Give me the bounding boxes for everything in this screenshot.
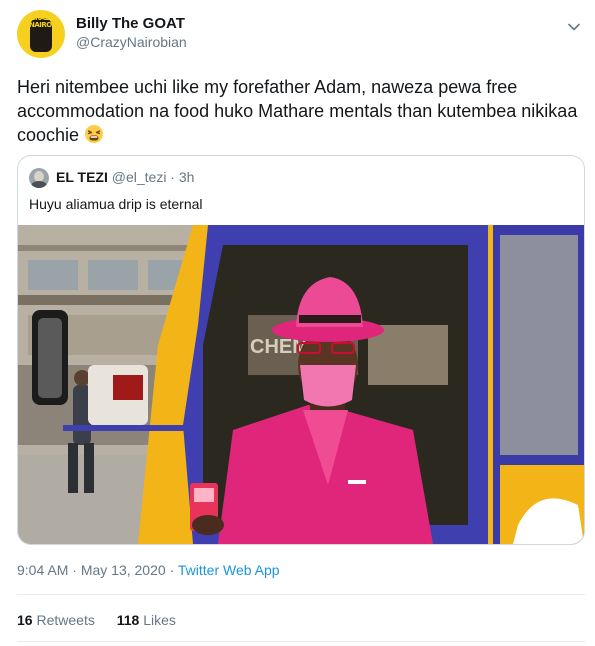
tweet-date[interactable]: May 13, 2020 [81,562,166,578]
quoted-tweet-text: Huyu aliamua drip is eternal [29,196,203,212]
quoted-tweet[interactable]: EL TEZI @el_tezi · 3h Huyu aliamua drip … [17,155,585,545]
retweets-label: Retweets [36,612,95,628]
likes-stat[interactable]: 118 Likes [117,612,176,628]
retweets-stat[interactable]: 16 Retweets [17,612,95,628]
user-info: Billy The GOAT @CrazyNairobian [76,14,187,52]
likes-label: Likes [143,612,176,628]
tweet-time[interactable]: 9:04 AM [17,562,68,578]
display-name[interactable]: Billy The GOAT [76,14,187,33]
avatar[interactable]: CRAZY NAIROBIAN [17,10,65,58]
retweets-count: 16 [17,612,33,628]
user-handle[interactable]: @CrazyNairobian [76,33,187,52]
likes-count: 118 [116,612,140,628]
tweet-timestamp: 9:04 AM · May 13, 2020 · Twitter Web App [17,562,280,578]
quoted-photo[interactable]: CHEMI [18,225,584,544]
source-separator: · [169,562,175,578]
quoted-age: 3h [178,169,195,185]
quoted-display-name: EL TEZI [56,169,108,185]
quoted-handle: @el_tezi [111,169,167,185]
avatar-text: CRAZY NAIROBIAN [29,14,65,29]
chevron-down-icon[interactable] [567,20,581,34]
quoted-separator: · [170,169,175,185]
time-separator: · [72,562,77,578]
tweet-stats: 16 Retweets 118 Likes [17,612,194,628]
tweet-source-link[interactable]: Twitter Web App [178,562,280,578]
tired-face-emoji [85,125,104,143]
divider [17,641,585,642]
divider [17,594,585,595]
tweet-header: CRAZY NAIROBIAN Billy The GOAT @CrazyNai… [17,10,585,58]
tweet-text: Heri nitembee uchi like my forefather Ad… [17,75,582,147]
quoted-avatar [29,168,49,188]
